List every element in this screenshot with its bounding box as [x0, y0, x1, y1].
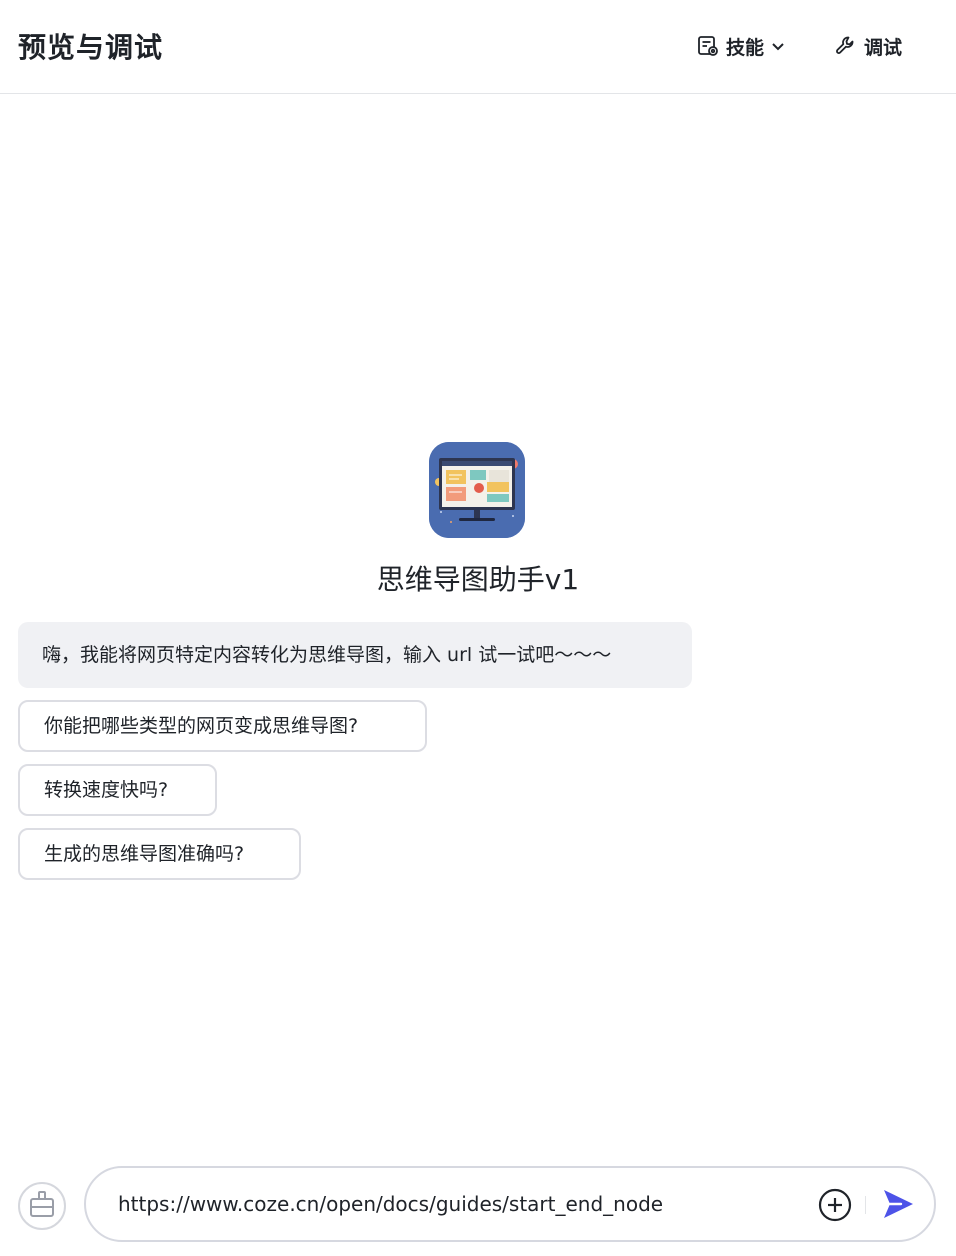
chat-input[interactable]: [118, 1186, 808, 1222]
chat-input-box: [84, 1166, 936, 1242]
clear-context-button[interactable]: [18, 1182, 66, 1230]
plus-circle-icon[interactable]: [818, 1188, 852, 1222]
bot-avatar: [429, 442, 525, 538]
divider: [865, 1196, 866, 1214]
page-title: 预览与调试: [18, 31, 164, 64]
send-icon[interactable]: [879, 1185, 917, 1223]
broom-icon: [26, 1188, 58, 1224]
bot-name: 思维导图助手v1: [376, 563, 580, 596]
debug-button[interactable]: 调试: [834, 30, 902, 62]
skills-doc-icon: [696, 34, 720, 58]
skills-label: 技能: [726, 36, 765, 59]
chevron-down-icon: [770, 38, 786, 54]
suggestion-button[interactable]: 生成的思维导图准确吗?: [18, 828, 301, 880]
welcome-message: 嗨，我能将网页特定内容转化为思维导图，输入 url 试一试吧～～～: [18, 622, 692, 688]
suggestion-button[interactable]: 转换速度快吗?: [18, 764, 217, 816]
header: 预览与调试 技能 调试: [0, 0, 956, 94]
suggestion-button[interactable]: 你能把哪些类型的网页变成思维导图?: [18, 700, 427, 752]
skills-button[interactable]: 技能: [696, 30, 786, 62]
debug-label: 调试: [864, 36, 903, 59]
wrench-icon: [834, 34, 858, 58]
